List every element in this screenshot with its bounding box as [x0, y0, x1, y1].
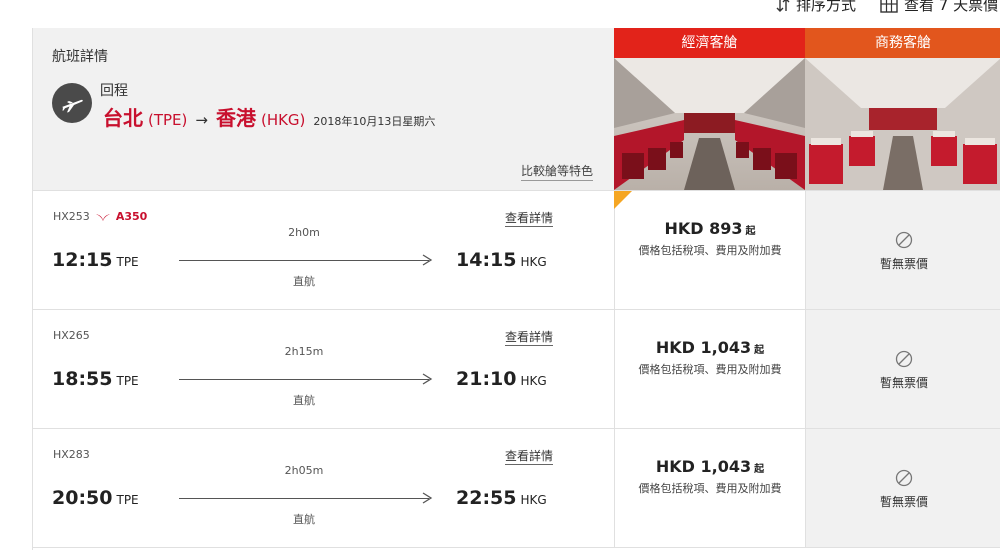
economy-price: HKD 893 起 [615, 219, 805, 238]
flight-info: HX253 A350 查看詳情 12:15 TPE 2h0m 直航 14:15 HK… [33, 191, 614, 309]
flight-number-group: HX283 [53, 448, 90, 461]
price-note: 價格包括稅項、費用及附加費 [638, 482, 782, 495]
sort-label: 排序方式 [796, 0, 857, 14]
economy-cabin-image [614, 58, 805, 190]
economy-price: HKD 1,043 起 [615, 338, 805, 357]
flight-details-title: 航班詳情 [52, 49, 108, 65]
stops-label: 直航 [293, 275, 315, 288]
route: 台北 (TPE) → 香港 (HKG) 2018年10月13日星期六 [103, 102, 435, 131]
business-cabin-title: 商務客艙 [805, 28, 1000, 58]
view-7-day-fares-button[interactable]: 查看 7 天票價 [880, 0, 998, 15]
departure-time: 20:50 [52, 487, 113, 509]
arrow-right-icon [422, 492, 433, 504]
arrival: 21:10 HKG [456, 368, 547, 390]
view-details-link[interactable]: 查看詳情 [505, 209, 554, 227]
route-arrow-icon: → [195, 111, 208, 129]
economy-fare-cell[interactable]: HKD 1,043 起 價格包括稅項、費用及附加費 [614, 429, 805, 547]
arrival-airport: HKG [520, 255, 547, 269]
flight-details-header: 航班詳情 回程 台北 (TPE) → 香港 (HKG) 2018年10月13日星… [33, 28, 614, 191]
no-fare-label: 暫無票價 [879, 495, 928, 509]
stops-label: 直航 [293, 513, 315, 526]
economy-cabin-title: 經濟客艙 [614, 28, 805, 58]
flight-row: HX283 查看詳情 20:50 TPE 2h05m 直航 22:55 HKG HK… [33, 429, 1000, 548]
origin-city: 台北 [103, 106, 143, 130]
business-fare-cell: 暫無票價 [805, 429, 1000, 547]
flight-number-group: HX265 [53, 329, 90, 342]
view-details-link[interactable]: 查看詳情 [505, 328, 554, 346]
compare-cabins-link[interactable]: 比較艙等特色 [520, 162, 593, 181]
arrival-airport: HKG [520, 374, 547, 388]
flight-row: HX265 查看詳情 18:55 TPE 2h15m 直航 21:10 HKG HK… [33, 310, 1000, 429]
departure-airport: TPE [116, 374, 139, 388]
departure-airport: TPE [116, 255, 139, 269]
flight-duration: 2h0m [288, 226, 320, 239]
economy-price-amount: HKD 893 [664, 219, 743, 238]
sort-icon [776, 0, 790, 12]
flight-number: HX265 [53, 329, 90, 342]
arrow-right-icon [422, 373, 433, 385]
economy-price: HKD 1,043 起 [615, 457, 805, 476]
price-from-label: 起 [754, 464, 765, 475]
destination-city: 香港 [215, 106, 256, 130]
arrival-time: 22:55 [456, 487, 517, 509]
economy-fare-cell[interactable]: HKD 893 起 價格包括稅項、費用及附加費 [614, 191, 805, 309]
stops-label: 直航 [293, 394, 315, 407]
destination-code: (HKG) [260, 111, 306, 129]
origin-code: (TPE) [148, 111, 188, 129]
business-fare-cell: 暫無票價 [805, 191, 1000, 309]
arrival-airport: HKG [520, 493, 547, 507]
price-note: 價格包括稅項、費用及附加費 [638, 244, 782, 257]
flight-row: HX253 A350 查看詳情 12:15 TPE 2h0m 直航 14:15 HK… [33, 191, 1000, 310]
route-line [179, 379, 429, 380]
view-7-day-fares-label: 查看 7 天票價 [904, 0, 999, 14]
economy-price-amount: HKD 1,043 [655, 338, 752, 357]
unavailable-icon [895, 350, 913, 368]
arrow-right-icon [422, 254, 433, 266]
business-cabin-image [805, 58, 1000, 190]
economy-cabin-header: 經濟客艙 [614, 28, 805, 191]
route-line [179, 260, 429, 261]
flight-number: HX253 [53, 210, 90, 223]
flight-duration: 2h15m [284, 345, 324, 358]
aircraft-type: A350 [115, 210, 148, 223]
results-toolbar: 排序方式 查看 7 天票價 [0, 0, 1000, 28]
flight-duration: 2h05m [284, 464, 324, 477]
no-fare-label: 暫無票價 [879, 376, 928, 390]
flight-info: HX283 查看詳情 20:50 TPE 2h05m 直航 22:55 HKG [33, 429, 614, 547]
unavailable-icon [895, 231, 913, 249]
flight-number: HX283 [53, 448, 90, 461]
route-line [179, 498, 429, 499]
business-fare-cell: 暫無票價 [805, 310, 1000, 428]
view-details-link[interactable]: 查看詳情 [505, 447, 554, 465]
price-from-label: 起 [745, 226, 756, 237]
airline-logo-icon [95, 213, 110, 221]
flight-results-table: 航班詳情 回程 台北 (TPE) → 香港 (HKG) 2018年10月13日星… [32, 28, 1000, 550]
price-from-label: 起 [754, 345, 765, 356]
departure-time: 12:15 [52, 249, 113, 271]
price-note: 價格包括稅項、費用及附加費 [638, 363, 782, 376]
sort-button[interactable]: 排序方式 [776, 0, 856, 15]
no-fare-label: 暫無票價 [879, 257, 928, 271]
arrival-time: 14:15 [456, 249, 517, 271]
departure: 12:15 TPE [52, 249, 139, 271]
departure-time: 18:55 [52, 368, 113, 390]
arrival-time: 21:10 [456, 368, 517, 390]
departure: 20:50 TPE [52, 487, 139, 509]
arrival: 14:15 HKG [456, 249, 547, 271]
lowest-fare-marker [614, 191, 632, 209]
arrival: 22:55 HKG [456, 487, 547, 509]
economy-fare-cell[interactable]: HKD 1,043 起 價格包括稅項、費用及附加費 [614, 310, 805, 428]
business-cabin-header: 商務客艙 [805, 28, 1000, 191]
flight-number-group: HX253 A350 [53, 210, 147, 223]
calendar-grid-icon [880, 0, 898, 13]
departure: 18:55 TPE [52, 368, 139, 390]
travel-date: 2018年10月13日星期六 [313, 115, 436, 128]
leg-label: 回程 [100, 83, 128, 99]
flight-info: HX265 查看詳情 18:55 TPE 2h15m 直航 21:10 HKG [33, 310, 614, 428]
economy-price-amount: HKD 1,043 [655, 457, 752, 476]
departure-airport: TPE [116, 493, 139, 507]
unavailable-icon [895, 469, 913, 487]
plane-icon [52, 83, 92, 123]
